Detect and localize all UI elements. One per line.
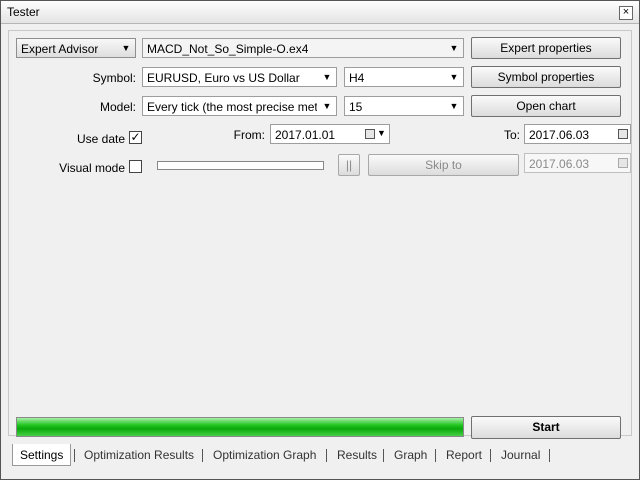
- tab-separator: [74, 449, 75, 462]
- chevron-down-icon: ▼: [449, 43, 459, 53]
- pause-button[interactable]: ||: [338, 154, 360, 176]
- tab-separator: [490, 449, 491, 462]
- symbol-properties-button[interactable]: Symbol properties: [471, 66, 621, 88]
- window-title: Tester: [7, 5, 40, 19]
- open-chart-button[interactable]: Open chart: [471, 95, 621, 117]
- symbol-select[interactable]: EURUSD, Euro vs US Dollar ▼: [142, 67, 337, 87]
- expert-file-value: MACD_Not_So_Simple-O.ex4: [147, 42, 309, 56]
- tab-separator: [435, 449, 436, 462]
- use-date-checkbox[interactable]: ✓: [129, 131, 142, 144]
- symbol-value: EURUSD, Euro vs US Dollar: [147, 71, 300, 85]
- progress-bar: [16, 417, 464, 437]
- expert-type-select[interactable]: Expert Advisor ▼: [16, 38, 136, 58]
- tab-journal[interactable]: Journal: [501, 444, 540, 466]
- to-date-picker[interactable]: 2017.06.03: [524, 124, 631, 144]
- chevron-down-icon[interactable]: ▼: [377, 128, 386, 138]
- tester-tabs: Settings Optimization Results Optimizati…: [8, 444, 630, 468]
- chevron-down-icon: ▼: [121, 43, 131, 53]
- chevron-down-icon: ▼: [449, 72, 459, 82]
- spread-value: 15: [349, 100, 363, 114]
- tab-separator: [326, 449, 327, 462]
- tab-separator: [383, 449, 384, 462]
- title-bar: Tester ×: [1, 1, 639, 24]
- skip-to-date-picker[interactable]: 2017.06.03: [524, 153, 631, 173]
- use-date-label: Use date: [76, 132, 125, 146]
- skip-to-date-value: 2017.06.03: [529, 157, 590, 171]
- period-value: H4: [349, 71, 365, 85]
- tab-optimization-results[interactable]: Optimization Results: [84, 444, 194, 466]
- symbol-label: Symbol:: [92, 71, 136, 85]
- skip-to-button[interactable]: Skip to: [368, 154, 519, 176]
- tab-report[interactable]: Report: [446, 444, 482, 466]
- calendar-icon[interactable]: [618, 158, 628, 168]
- chevron-down-icon: ▼: [322, 72, 332, 82]
- period-select[interactable]: H4 ▼: [344, 67, 464, 87]
- tab-optimization-graph[interactable]: Optimization Graph: [213, 444, 316, 466]
- visual-mode-label: Visual mode: [59, 161, 125, 175]
- to-date-value: 2017.06.03: [529, 128, 590, 142]
- chevron-down-icon: ▼: [322, 101, 332, 111]
- expert-type-value: Expert Advisor: [21, 42, 99, 56]
- start-button[interactable]: Start: [471, 416, 621, 439]
- calendar-icon[interactable]: [365, 129, 375, 139]
- spread-select[interactable]: 15 ▼: [344, 96, 464, 116]
- progress-fill: [17, 418, 463, 436]
- visual-mode-checkbox[interactable]: [129, 160, 142, 173]
- settings-panel: [8, 30, 632, 436]
- expert-properties-button[interactable]: Expert properties: [471, 37, 621, 59]
- tab-settings[interactable]: Settings: [12, 444, 72, 466]
- model-select[interactable]: Every tick (the most precise method ▼: [142, 96, 337, 116]
- tab-results[interactable]: Results: [337, 444, 377, 466]
- close-icon[interactable]: ×: [619, 6, 633, 20]
- calendar-icon[interactable]: [618, 129, 628, 139]
- expert-file-select[interactable]: MACD_Not_So_Simple-O.ex4 ▼: [142, 38, 464, 58]
- model-value: Every tick (the most precise method: [147, 100, 317, 114]
- tab-separator: [549, 449, 550, 462]
- from-date-picker[interactable]: 2017.01.01 ▼: [270, 124, 390, 144]
- chevron-down-icon: ▼: [449, 101, 459, 111]
- from-label: From:: [233, 128, 265, 142]
- tab-graph[interactable]: Graph: [394, 444, 427, 466]
- model-label: Model:: [99, 100, 136, 114]
- visual-speed-slider[interactable]: [157, 161, 324, 170]
- to-label: To:: [503, 128, 520, 142]
- tab-separator: [202, 449, 203, 462]
- from-date-value: 2017.01.01: [275, 128, 336, 142]
